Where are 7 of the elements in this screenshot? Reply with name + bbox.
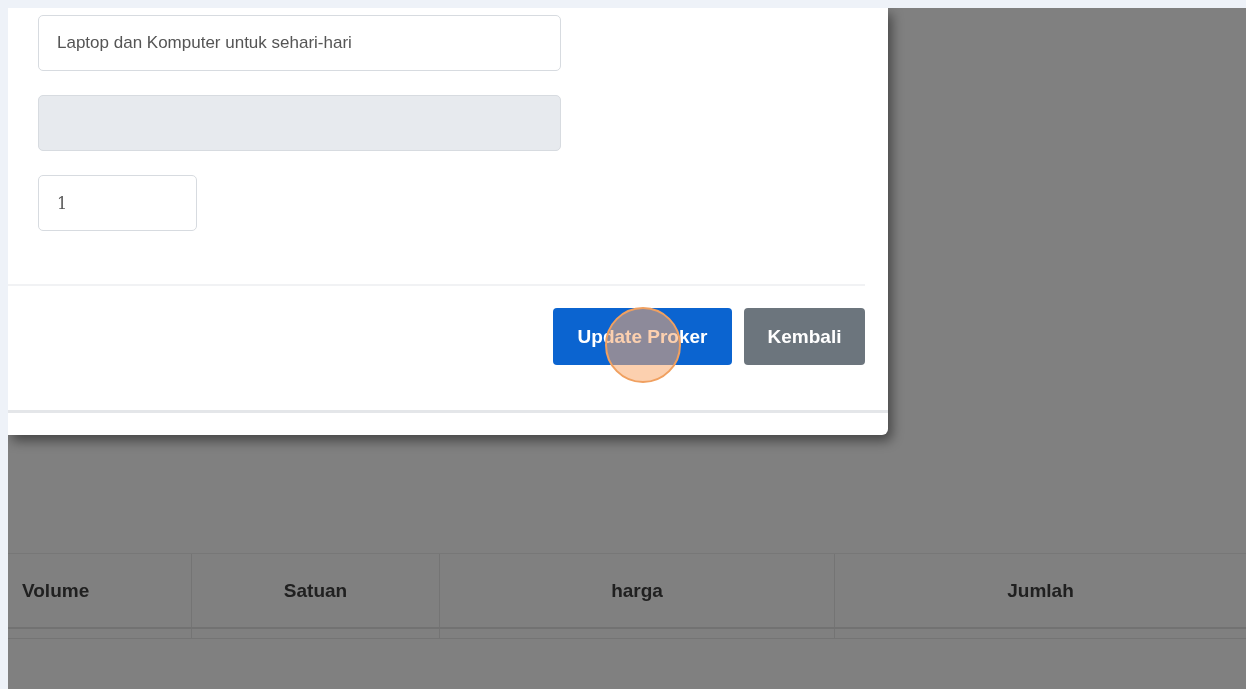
column-header: Satuan — [191, 554, 439, 627]
column-header: harga — [439, 554, 834, 627]
input-field[interactable]: 1 — [38, 175, 197, 231]
column-header: Volume — [21, 578, 91, 603]
column-header: Jumlah — [834, 554, 1246, 627]
back-button[interactable]: Kembali — [744, 308, 865, 365]
input-field[interactable]: Laptop dan Komputer untuk sehari-hari — [38, 15, 561, 71]
